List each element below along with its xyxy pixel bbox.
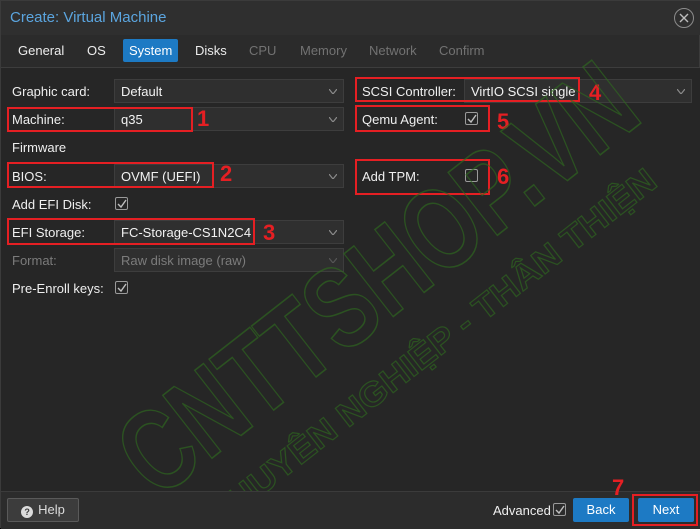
tab-network: Network — [369, 43, 417, 58]
tab-general[interactable]: General — [12, 39, 70, 62]
title-bar: Create: Virtual Machine — [1, 1, 700, 35]
dialog-footer: ? Help Advanced Back Next — [1, 491, 700, 529]
pre-enroll-keys-checkbox[interactable] — [115, 281, 128, 294]
system-panel: Graphic card: Default Machine: q35 Firmw… — [1, 68, 700, 491]
tab-os[interactable]: OS — [81, 39, 112, 62]
annotation-box-efi-storage — [7, 218, 255, 245]
pre-enroll-keys-label: Pre-Enroll keys: — [12, 281, 104, 296]
add-efi-disk-checkbox[interactable] — [115, 197, 128, 210]
tab-memory: Memory — [300, 43, 347, 58]
annotation-box-tpm — [355, 159, 490, 195]
chevron-down-icon — [329, 258, 337, 263]
help-button-label: Help — [38, 502, 65, 517]
annotation-box-scsi — [355, 77, 580, 102]
format-value: Raw disk image (raw) — [121, 253, 246, 268]
format-label: Format: — [12, 253, 57, 268]
help-button[interactable]: ? Help — [7, 498, 79, 522]
format-select: Raw disk image (raw) — [114, 248, 344, 272]
chevron-down-icon — [329, 230, 337, 235]
chevron-down-icon — [329, 89, 337, 94]
firmware-heading: Firmware — [12, 140, 67, 155]
annotation-box-bios — [7, 162, 214, 188]
dialog-title: Create: Virtual Machine — [10, 9, 167, 26]
create-vm-dialog: Create: Virtual Machine General OS Syste… — [0, 0, 700, 529]
tab-confirm: Confirm — [439, 43, 485, 58]
close-icon — [679, 13, 689, 23]
annotation-number: 5 — [497, 109, 510, 134]
checkmark-icon — [555, 505, 565, 515]
graphic-card-value: Default — [121, 84, 163, 99]
annotation-number: 2 — [220, 161, 233, 186]
annotation-box-qemu-agent — [355, 105, 490, 132]
advanced-label: Advanced — [493, 503, 551, 518]
annotation-box-machine — [7, 107, 193, 132]
chevron-down-icon — [677, 89, 685, 94]
graphic-card-label: Graphic card: — [12, 84, 91, 99]
annotation-number: 4 — [589, 80, 602, 105]
graphic-card-select[interactable]: Default — [114, 79, 344, 103]
tab-system[interactable]: System — [123, 39, 179, 62]
annotation-number: 7 — [612, 475, 625, 500]
add-efi-disk-label: Add EFI Disk: — [12, 197, 92, 212]
annotation-number: 1 — [197, 106, 210, 131]
chevron-down-icon — [329, 117, 337, 122]
checkmark-icon — [117, 199, 127, 209]
chevron-down-icon — [329, 174, 337, 179]
annotation-number: 6 — [497, 164, 510, 189]
tab-disks[interactable]: Disks — [189, 39, 233, 62]
close-button[interactable] — [674, 8, 694, 28]
annotation-number: 3 — [263, 220, 276, 245]
tab-cpu: CPU — [249, 43, 277, 58]
advanced-checkbox[interactable] — [553, 503, 566, 516]
help-icon: ? — [21, 506, 34, 518]
wizard-tabs: General OS System Disks CPU Memory Netwo… — [1, 37, 700, 65]
annotation-box-next — [632, 494, 698, 526]
back-button[interactable]: Back — [573, 498, 629, 522]
checkmark-icon — [117, 283, 127, 293]
